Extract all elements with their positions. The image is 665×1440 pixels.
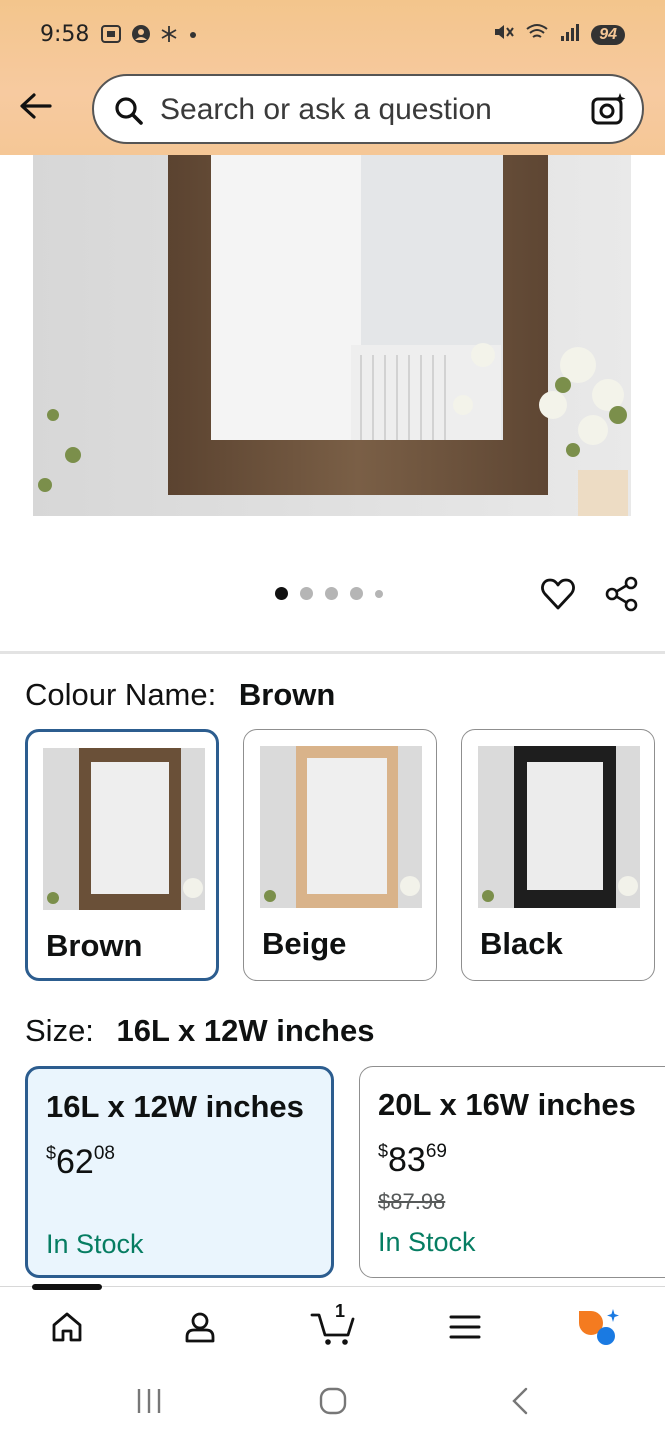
colour-option-label: Black	[480, 926, 563, 961]
battery-indicator: 94	[591, 24, 625, 45]
size-label: Size:	[25, 1013, 94, 1048]
camera-search-icon[interactable]	[590, 91, 628, 134]
status-time: 9:58	[40, 22, 90, 47]
nav-account[interactable]	[175, 1305, 225, 1349]
section-divider	[0, 651, 665, 654]
colour-name-row: Colour Name: Brown	[25, 677, 335, 713]
price-whole: 62	[56, 1143, 94, 1181]
carousel-dot[interactable]	[375, 589, 383, 598]
back-arrow-icon	[20, 93, 52, 119]
home-icon	[52, 1312, 82, 1342]
heart-icon	[541, 578, 575, 610]
nav-rufus[interactable]	[574, 1305, 624, 1349]
colour-option-black[interactable]: Black	[461, 729, 655, 981]
size-option-price: $6208	[46, 1143, 115, 1182]
rufus-icon	[579, 1309, 619, 1345]
colour-thumbnail	[260, 746, 422, 908]
back-system-button[interactable]	[508, 1386, 534, 1421]
bottom-navigation: 1	[0, 1284, 665, 1366]
image-carousel-dots[interactable]	[275, 587, 383, 600]
colour-option-label: Brown	[46, 928, 143, 963]
size-option-price: $8369	[378, 1141, 447, 1180]
price-whole: 83	[388, 1141, 426, 1179]
header: 9:58 94	[0, 0, 665, 155]
carousel-dot[interactable]	[275, 587, 288, 600]
size-option-16x12[interactable]: 16L x 12W inches $6208 In Stock	[25, 1066, 334, 1278]
status-icons-right: 94	[493, 22, 625, 47]
home-circle-icon	[319, 1387, 347, 1415]
colour-thumbnail	[478, 746, 640, 908]
cart-icon	[310, 1313, 355, 1345]
colour-thumbnail	[43, 748, 205, 910]
screenshot-icon	[100, 24, 122, 49]
colour-label: Colour Name:	[25, 677, 217, 712]
menu-icon	[449, 1315, 481, 1339]
price-cents: 69	[425, 1141, 447, 1162]
colour-option-label: Beige	[262, 926, 347, 961]
price-currency: $	[46, 1143, 57, 1163]
size-option-label: 20L x 16W inches	[378, 1087, 636, 1122]
colour-option-beige[interactable]: Beige	[243, 729, 437, 981]
home-system-button[interactable]	[318, 1386, 348, 1421]
wishlist-button[interactable]	[540, 576, 576, 617]
cart-count-badge: 1	[335, 1301, 346, 1321]
stock-status: In Stock	[378, 1227, 476, 1257]
recent-apps-icon	[137, 1389, 161, 1413]
system-navigation-bar	[0, 1366, 665, 1440]
price-cents: 08	[93, 1143, 115, 1164]
search-bar[interactable]	[92, 74, 644, 144]
chevron-left-icon	[512, 1387, 528, 1415]
product-image[interactable]	[33, 155, 631, 516]
recent-apps-button[interactable]	[135, 1386, 163, 1421]
size-row: Size: 16L x 12W inches	[25, 1013, 374, 1049]
size-option-20x16[interactable]: 20L x 16W inches $8369 $87.98 In Stock	[359, 1066, 665, 1278]
search-input[interactable]	[160, 90, 580, 130]
notification-dot-icon	[187, 28, 199, 46]
nav-cart[interactable]: 1	[308, 1301, 358, 1349]
stock-status: In Stock	[46, 1229, 144, 1259]
carousel-dot[interactable]	[325, 587, 338, 600]
account-icon	[185, 1312, 215, 1343]
share-button[interactable]	[604, 576, 640, 617]
nav-home[interactable]	[42, 1305, 92, 1349]
search-icon	[114, 96, 144, 131]
wifi-icon	[525, 22, 549, 47]
price-currency: $	[378, 1141, 389, 1161]
signal-icon	[559, 22, 581, 47]
share-icon	[605, 576, 638, 612]
status-bar: 9:58 94	[0, 0, 665, 70]
size-selected-value: 16L x 12W inches	[116, 1013, 375, 1048]
active-tab-indicator	[32, 1284, 102, 1290]
size-option-label: 16L x 12W inches	[46, 1089, 304, 1124]
was-price: $87.98	[378, 1189, 446, 1214]
colour-option-brown[interactable]: Brown	[25, 729, 219, 981]
account-circle-icon	[131, 24, 151, 49]
snowflake-icon	[160, 25, 178, 48]
colour-selected-value: Brown	[238, 677, 336, 712]
mute-icon	[493, 22, 515, 47]
nav-menu[interactable]	[440, 1305, 490, 1349]
carousel-dot[interactable]	[350, 587, 363, 600]
carousel-dot[interactable]	[300, 587, 313, 600]
status-icons-left	[100, 24, 199, 49]
back-button[interactable]	[16, 86, 56, 126]
